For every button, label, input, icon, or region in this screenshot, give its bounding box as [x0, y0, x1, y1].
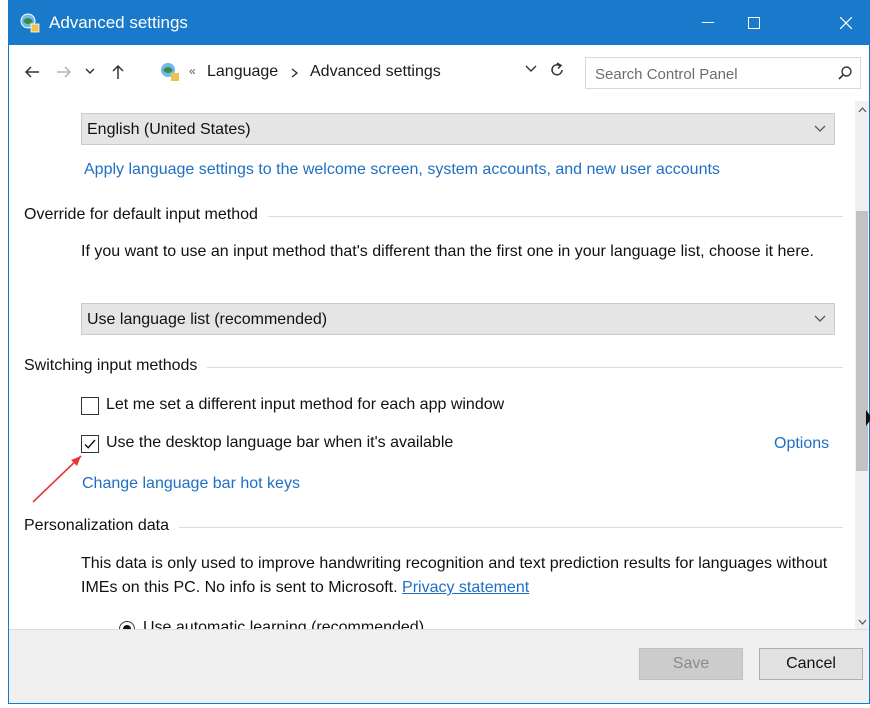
per-app-input-label[interactable]: Let me set a different input method for … — [106, 396, 504, 414]
search-input[interactable] — [586, 58, 837, 90]
close-icon — [840, 17, 852, 29]
automatic-learning-radio[interactable] — [119, 621, 135, 629]
switching-section-heading: Switching input methods — [24, 357, 843, 377]
dialog-footer: Save Cancel — [9, 629, 869, 703]
switching-heading-text: Switching input methods — [24, 357, 208, 375]
personalization-section-heading: Personalization data — [24, 517, 843, 537]
address-bar: « Language Advanced settings — [9, 45, 869, 101]
control-panel-icon — [20, 13, 40, 33]
search-box[interactable] — [585, 57, 861, 90]
breadcrumb-language[interactable]: Language — [207, 63, 278, 81]
scroll-down-icon[interactable] — [858, 619, 867, 625]
change-hot-keys-link[interactable]: Change language bar hot keys — [82, 475, 300, 493]
up-arrow-icon[interactable] — [109, 63, 127, 81]
override-description: If you want to use an input method that'… — [81, 243, 814, 260]
default-input-method-value: Use language list (recommended) — [87, 311, 328, 328]
settings-content: English (United States) Apply language s… — [9, 101, 857, 629]
display-language-select[interactable]: English (United States) — [81, 113, 835, 145]
personalization-description: This data is only used to improve handwr… — [81, 552, 841, 600]
personalization-heading-text: Personalization data — [24, 517, 179, 535]
control-panel-location-icon — [161, 63, 179, 81]
breadcrumb-overflow[interactable]: « — [189, 64, 196, 78]
scroll-up-icon[interactable] — [858, 107, 867, 113]
save-button[interactable]: Save — [639, 648, 743, 680]
minimize-button[interactable] — [685, 1, 731, 45]
chevron-down-icon — [814, 125, 826, 132]
advanced-settings-window: Advanced settings « Language Advanced se… — [8, 0, 870, 704]
close-button[interactable] — [823, 1, 869, 45]
override-heading-text: Override for default input method — [24, 206, 268, 224]
resize-pointer-icon — [866, 410, 870, 426]
language-bar-options-link[interactable]: Options — [774, 435, 829, 453]
chevron-down-icon — [814, 315, 826, 322]
default-input-method-select[interactable]: Use language list (recommended) — [81, 303, 835, 335]
search-icon[interactable] — [837, 65, 853, 81]
maximize-icon — [748, 17, 760, 29]
minimize-icon — [702, 22, 714, 23]
privacy-statement-link[interactable]: Privacy statement — [402, 579, 529, 596]
breadcrumb-advanced-settings[interactable]: Advanced settings — [310, 63, 441, 81]
address-dropdown-icon[interactable] — [525, 63, 537, 73]
cancel-button[interactable]: Cancel — [759, 648, 863, 680]
override-section-heading: Override for default input method — [24, 206, 843, 226]
scroll-thumb[interactable] — [856, 211, 868, 471]
title-bar[interactable]: Advanced settings — [9, 1, 869, 45]
vertical-scrollbar[interactable] — [855, 101, 869, 629]
annotation-arrow-icon — [32, 455, 82, 503]
automatic-learning-label[interactable]: Use automatic learning (recommended) — [143, 619, 424, 629]
apply-language-settings-link[interactable]: Apply language settings to the welcome s… — [84, 161, 720, 179]
per-app-input-checkbox[interactable] — [81, 397, 99, 415]
back-arrow-icon[interactable] — [23, 63, 41, 81]
forward-arrow-icon[interactable] — [55, 63, 73, 81]
recent-locations-chevron-icon[interactable] — [85, 67, 95, 75]
display-language-value: English (United States) — [87, 121, 251, 138]
refresh-icon[interactable] — [549, 61, 565, 79]
window-title: Advanced settings — [49, 13, 188, 32]
breadcrumb-separator-icon[interactable] — [291, 68, 299, 78]
desktop-language-bar-label[interactable]: Use the desktop language bar when it's a… — [106, 434, 453, 452]
maximize-button[interactable] — [731, 1, 777, 45]
